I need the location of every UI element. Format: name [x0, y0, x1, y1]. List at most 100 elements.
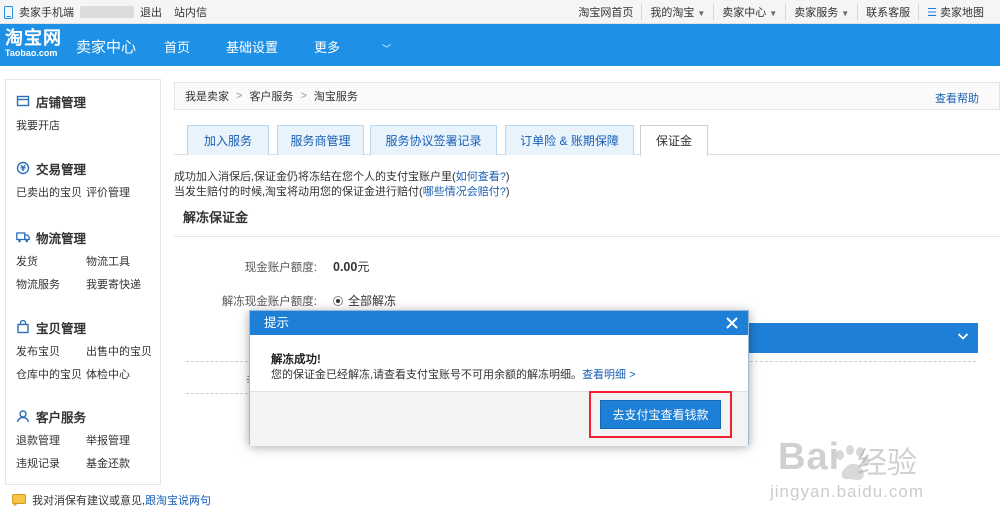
breadcrumb-separator-icon: > [300, 90, 307, 102]
sidebar-link-logistics-service[interactable]: 物流服务 [16, 274, 86, 297]
tab-provider-management[interactable]: 服务商管理 [277, 125, 364, 155]
sidebar-link-reviews[interactable]: 评价管理 [86, 182, 156, 205]
logout-link[interactable]: 退出 [140, 4, 162, 20]
breadcrumb-separator-icon: > [236, 90, 243, 102]
taobao-logo[interactable]: 淘宝网 Taobao.com [5, 28, 62, 58]
sidebar-link-checkup-center[interactable]: 体检中心 [86, 364, 156, 387]
tab-join-service[interactable]: 加入服务 [187, 125, 269, 155]
logo-subtext: Taobao.com [5, 48, 58, 58]
chevron-down-icon: ﹀ [382, 44, 392, 54]
mobile-icon [4, 5, 13, 19]
cash-unit: 元 [357, 260, 370, 274]
top-link-taobao-home[interactable]: 淘宝网首页 [570, 4, 641, 20]
view-details-link[interactable]: 查看明细 > [582, 369, 635, 381]
truck-icon [16, 232, 30, 243]
unfreeze-option-label: 全部解冻 [348, 294, 397, 308]
top-link-seller-map[interactable]: ☰ 卖家地图 [918, 4, 992, 20]
tab-deposit[interactable]: 保证金 [640, 125, 708, 156]
dialog-message: 您的保证金已经解冻,请查看支付宝账号不可用余额的解冻明细。查看明细 > [271, 366, 636, 382]
top-link-label: 卖家中心 [722, 7, 767, 19]
top-bar-left: 卖家手机端 退出 站内信 [4, 4, 207, 20]
sidebar-links: 发布宝贝 出售中的宝贝 仓库中的宝贝 体检中心 [16, 341, 156, 387]
dialog-heading: 解冻成功! [271, 354, 321, 366]
breadcrumb: 我是卖家 > 客户服务 > 淘宝服务 查看帮助 [174, 82, 1000, 110]
dialog-message-text: 您的保证金已经解冻,请查看支付宝账号不可用余额的解冻明细。 [271, 369, 583, 381]
chevron-down-icon: ▼ [769, 9, 778, 18]
deposit-notice: 成功加入消保后,保证金仍将冻结在您个人的支付宝账户里(如何查看?) 当发生赔付的… [174, 170, 510, 200]
sidebar-link-logistics-tools[interactable]: 物流工具 [86, 251, 156, 274]
unfreeze-option[interactable]: 全部解冻 [333, 292, 396, 309]
breadcrumb-item[interactable]: 我是卖家 [185, 88, 229, 104]
sidebar-title-text: 宝贝管理 [36, 321, 87, 336]
help-link[interactable]: 查看帮助 [935, 90, 979, 106]
cash-account-label: 现金账户额度: [244, 262, 317, 274]
sidebar-links: 已卖出的宝贝 评价管理 [16, 182, 156, 205]
chevron-down-icon: ▼ [697, 9, 706, 18]
notice-text: ) [505, 171, 510, 183]
menu-icon: ☰ [927, 7, 937, 19]
divider [186, 393, 248, 394]
sidebar-section-customer-service: 客户服务 退款管理 举报管理 违规记录 基金还款 [16, 407, 156, 476]
cash-amount: 0.00 [333, 260, 358, 274]
tab-order-insurance[interactable]: 订单险 & 账期保障 [505, 125, 634, 155]
watermark-brand: Bai [778, 436, 841, 478]
top-link-seller-service[interactable]: 卖家服务 ▼ [785, 4, 857, 20]
trade-icon: ¥ [16, 161, 30, 175]
go-to-alipay-button[interactable]: 去支付宝查看钱款 [600, 400, 721, 429]
nav-more-label: 更多 [314, 40, 341, 55]
sidebar-link-ship[interactable]: 发货 [16, 251, 86, 274]
bag-icon [17, 320, 29, 334]
sidebar-link-refunds[interactable]: 退款管理 [16, 430, 86, 453]
notice-text: 成功加入消保后,保证金仍将冻结在您个人的支付宝账户里( [174, 171, 456, 183]
divider [186, 361, 248, 362]
sidebar-link-warehouse[interactable]: 仓库中的宝贝 [16, 364, 86, 387]
sidebar-link-reports[interactable]: 举报管理 [86, 430, 156, 453]
chevron-down-icon: ▼ [841, 9, 850, 18]
store-icon [16, 95, 30, 107]
sidebar-section-trade: ¥ 交易管理 已卖出的宝贝 评价管理 [16, 159, 156, 205]
sidebar-link-open-store[interactable]: 我要开店 [16, 115, 86, 138]
sidebar-link-send-express[interactable]: 我要寄快递 [86, 274, 156, 297]
cash-account-value: 0.00元 [333, 258, 369, 275]
tab-agreement-records[interactable]: 服务协议签署记录 [370, 125, 497, 155]
top-link-label: 卖家服务 [794, 7, 839, 19]
watermark-brand-cn: 经验 [857, 447, 917, 480]
panel-title: 解冻保证金 [183, 210, 249, 225]
nav-more[interactable]: 更多 ﹀ [314, 37, 427, 56]
sidebar-link-fund-repay[interactable]: 基金还款 [86, 453, 156, 476]
divider [750, 361, 976, 362]
when-compensate-link[interactable]: 哪些情况会赔付? [423, 186, 506, 198]
dialog-title: 提示 [264, 316, 290, 330]
notice-text: 当发生赔付的时候,淘宝将动用您的保证金进行赔付( [174, 186, 423, 198]
seller-mobile-link[interactable]: 卖家手机端 [19, 4, 74, 20]
close-icon[interactable] [725, 316, 739, 330]
site-mail-link[interactable]: 站内信 [174, 4, 207, 20]
feedback-text: 我对消保有建议或意见, [32, 495, 146, 507]
header: 淘宝网 Taobao.com 卖家中心 首页 基础设置 更多 ﹀ [0, 24, 1000, 66]
breadcrumb-item[interactable]: 客户服务 [249, 88, 293, 104]
sidebar-link-on-sale[interactable]: 出售中的宝贝 [86, 341, 156, 364]
nav-home[interactable]: 首页 [164, 37, 190, 56]
sidebar-link-sold-items[interactable]: 已卖出的宝贝 [16, 182, 86, 205]
tab-bar: 加入服务 服务商管理 服务协议签署记录 订单险 & 账期保障 保证金 [174, 125, 1000, 156]
sidebar-link-publish-item[interactable]: 发布宝贝 [16, 341, 86, 364]
top-link-contact[interactable]: 联系客服 [857, 4, 918, 20]
top-link-label: 卖家地图 [940, 7, 984, 19]
customer-service-icon [16, 410, 30, 423]
top-link-label: 我的淘宝 [650, 7, 695, 19]
sidebar-link-violations[interactable]: 违规记录 [16, 453, 86, 476]
nav-basic-settings[interactable]: 基础设置 [226, 37, 278, 56]
sidebar-title-text: 物流管理 [36, 231, 87, 246]
username-blurred [80, 6, 134, 18]
feedback-link[interactable]: 跟淘宝说两句 [145, 492, 211, 508]
sidebar-title-text: 交易管理 [36, 162, 87, 177]
notice-text: ) [505, 186, 510, 198]
top-link-my-taobao[interactable]: 我的淘宝 ▼ [641, 4, 713, 20]
radio-selected-icon[interactable] [333, 296, 343, 306]
background-blue-bar [740, 323, 978, 353]
unfreeze-label: 解冻现金账户额度: [221, 296, 317, 308]
sidebar-section-title: 物流管理 [16, 228, 156, 246]
sidebar-section-title: 店铺管理 [16, 92, 156, 110]
how-to-view-link[interactable]: 如何查看? [456, 171, 506, 183]
top-link-seller-center[interactable]: 卖家中心 ▼ [713, 4, 785, 20]
